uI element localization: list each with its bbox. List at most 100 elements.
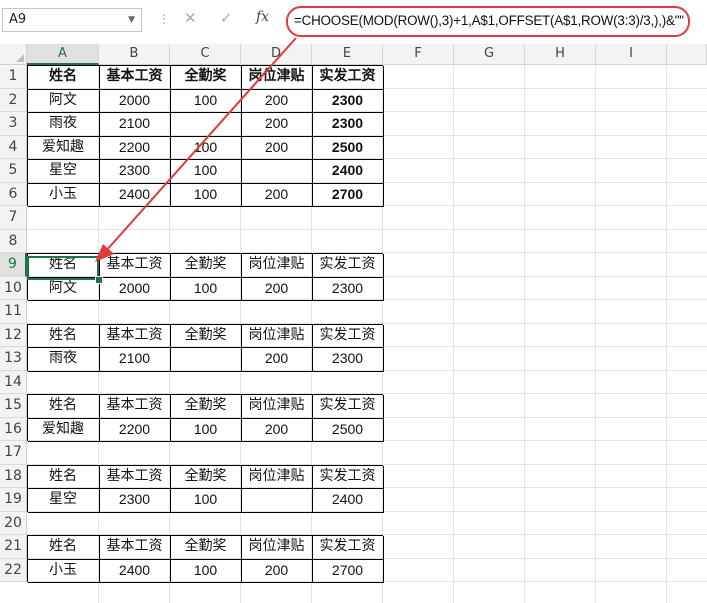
cell-c9[interactable]: 全勤奖 [170, 253, 241, 277]
cell-c2[interactable]: 100 [170, 89, 241, 113]
row-header-22[interactable]: 22 [0, 558, 27, 582]
cell-d6[interactable]: 200 [241, 183, 312, 207]
cell-e12[interactable]: 实发工资 [312, 324, 383, 348]
cell-b4[interactable]: 2200 [99, 136, 170, 160]
cell-a4[interactable]: 爱知趣 [27, 136, 99, 160]
cell-e21[interactable]: 实发工资 [312, 535, 383, 559]
cell-c16[interactable]: 100 [170, 418, 241, 442]
cell-d4[interactable]: 200 [241, 136, 312, 160]
cell-a2[interactable]: 阿文 [27, 89, 99, 113]
column-header-f[interactable]: F [383, 44, 454, 65]
column-header-b[interactable]: B [99, 44, 170, 65]
cell-e5[interactable]: 2400 [312, 159, 383, 183]
cell-d15[interactable]: 岗位津贴 [241, 394, 312, 418]
row-header-2[interactable]: 2 [0, 88, 27, 112]
column-header-h[interactable]: H [525, 44, 596, 65]
row-header-16[interactable]: 16 [0, 417, 27, 441]
cancel-icon[interactable]: ✕ [184, 9, 197, 27]
cell-b2[interactable]: 2000 [99, 89, 170, 113]
column-header-e[interactable]: E [312, 44, 383, 65]
row-header-15[interactable]: 15 [0, 394, 27, 418]
cell-c21[interactable]: 全勤奖 [170, 535, 241, 559]
row-header-18[interactable]: 18 [0, 464, 27, 488]
select-all-corner[interactable] [0, 44, 27, 65]
cell-d16[interactable]: 200 [241, 418, 312, 442]
row-header-6[interactable]: 6 [0, 182, 27, 206]
column-header-d[interactable]: D [241, 44, 312, 65]
row-header-20[interactable]: 20 [0, 511, 27, 535]
cell-a16[interactable]: 爱知趣 [27, 418, 99, 442]
name-box[interactable]: A9 ▼ [2, 8, 142, 32]
row-header-17[interactable]: 17 [0, 441, 27, 465]
cell-c10[interactable]: 100 [170, 277, 241, 301]
cell-d5[interactable] [241, 159, 312, 183]
cell-e22[interactable]: 2700 [312, 559, 383, 583]
cell-e18[interactable]: 实发工资 [312, 465, 383, 489]
row-header-5[interactable]: 5 [0, 159, 27, 183]
row-header-13[interactable]: 13 [0, 347, 27, 371]
row-header-8[interactable]: 8 [0, 229, 27, 253]
row-header-12[interactable]: 12 [0, 323, 27, 347]
cell-b10[interactable]: 2000 [99, 277, 170, 301]
cell-a3[interactable]: 雨夜 [27, 112, 99, 136]
column-header-i[interactable]: I [596, 44, 667, 65]
cell-d2[interactable]: 200 [241, 89, 312, 113]
row-header-4[interactable]: 4 [0, 135, 27, 159]
cell-d13[interactable]: 200 [241, 347, 312, 371]
insert-function-icon[interactable]: fx [256, 9, 269, 25]
cell-c19[interactable]: 100 [170, 488, 241, 512]
cell-b9[interactable]: 基本工资 [99, 253, 170, 277]
cell-c18[interactable]: 全勤奖 [170, 465, 241, 489]
cell-e2[interactable]: 2300 [312, 89, 383, 113]
cell-c4[interactable]: 100 [170, 136, 241, 160]
cell-d9[interactable]: 岗位津贴 [241, 253, 312, 277]
row-header-10[interactable]: 10 [0, 276, 27, 300]
cell-e16[interactable]: 2500 [312, 418, 383, 442]
cell-c22[interactable]: 100 [170, 559, 241, 583]
cell-a22[interactable]: 小玉 [27, 559, 99, 583]
cell-b6[interactable]: 2400 [99, 183, 170, 207]
cell-a18[interactable]: 姓名 [27, 465, 99, 489]
cell-c15[interactable]: 全勤奖 [170, 394, 241, 418]
cell-d22[interactable]: 200 [241, 559, 312, 583]
cell-a21[interactable]: 姓名 [27, 535, 99, 559]
cell-e4[interactable]: 2500 [312, 136, 383, 160]
cell-d12[interactable]: 岗位津贴 [241, 324, 312, 348]
cell-c1[interactable]: 全勤奖 [170, 65, 241, 89]
column-header-a[interactable]: A [27, 44, 99, 65]
row-header-3[interactable]: 3 [0, 112, 27, 136]
cell-c13[interactable] [170, 347, 241, 371]
cell-a15[interactable]: 姓名 [27, 394, 99, 418]
cell-a12[interactable]: 姓名 [27, 324, 99, 348]
cell-c3[interactable] [170, 112, 241, 136]
cell-a13[interactable]: 雨夜 [27, 347, 99, 371]
row-header-19[interactable]: 19 [0, 488, 27, 512]
chevron-down-icon[interactable]: ▼ [128, 9, 135, 31]
row-header-14[interactable]: 14 [0, 370, 27, 394]
cell-b18[interactable]: 基本工资 [99, 465, 170, 489]
fill-handle[interactable] [95, 276, 103, 284]
row-header-21[interactable]: 21 [0, 535, 27, 559]
cell-b13[interactable]: 2100 [99, 347, 170, 371]
cell-a1[interactable]: 姓名 [27, 65, 99, 89]
row-header-7[interactable]: 7 [0, 206, 27, 230]
cell-e1[interactable]: 实发工资 [312, 65, 383, 89]
cell-e15[interactable]: 实发工资 [312, 394, 383, 418]
cell-b3[interactable]: 2100 [99, 112, 170, 136]
cell-d10[interactable]: 200 [241, 277, 312, 301]
cell-a10[interactable]: 阿文 [27, 277, 99, 301]
cell-e10[interactable]: 2300 [312, 277, 383, 301]
cell-c5[interactable]: 100 [170, 159, 241, 183]
column-header-g[interactable]: G [454, 44, 525, 65]
check-icon[interactable]: ✓ [220, 9, 233, 27]
cell-a5[interactable]: 星空 [27, 159, 99, 183]
cell-e3[interactable]: 2300 [312, 112, 383, 136]
row-header-9[interactable]: 9 [0, 253, 27, 277]
cell-b1[interactable]: 基本工资 [99, 65, 170, 89]
cell-d18[interactable]: 岗位津贴 [241, 465, 312, 489]
cell-e6[interactable]: 2700 [312, 183, 383, 207]
cell-d3[interactable]: 200 [241, 112, 312, 136]
cell-b22[interactable]: 2400 [99, 559, 170, 583]
cell-b19[interactable]: 2300 [99, 488, 170, 512]
cell-c12[interactable]: 全勤奖 [170, 324, 241, 348]
